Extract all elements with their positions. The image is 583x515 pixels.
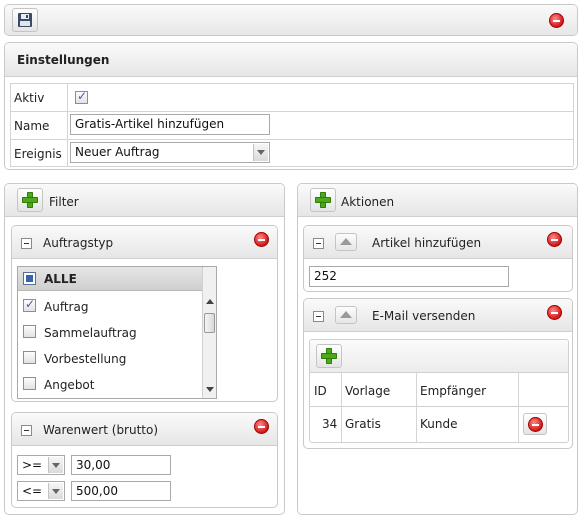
top-toolbar	[4, 4, 578, 36]
list-item-checkbox[interactable]	[23, 377, 36, 390]
ereignis-select[interactable]: Neuer Auftrag	[70, 142, 270, 163]
remove-icon[interactable]	[547, 305, 562, 320]
name-input[interactable]: Gratis-Artikel hinzufügen	[70, 114, 270, 135]
column-header-vorlage: Vorlage	[345, 384, 391, 398]
email-table: ID Vorlage Empfänger 34 Gratis Kunde	[309, 339, 569, 443]
aktiv-checkbox[interactable]	[75, 89, 88, 104]
list-item-checkbox[interactable]	[23, 351, 36, 364]
checkbox-partial[interactable]	[23, 272, 36, 285]
operator-value: >=	[22, 458, 43, 472]
move-up-icon[interactable]	[335, 306, 357, 324]
save-button[interactable]	[12, 8, 38, 32]
cell-empfaenger: Kunde	[420, 417, 458, 431]
email-title: E-Mail versenden	[372, 309, 476, 323]
collapse-icon[interactable]	[21, 238, 32, 249]
email-panel: E-Mail versenden ID Vorlage Empfänger 34…	[303, 298, 573, 449]
operator-select[interactable]: <=	[17, 481, 65, 501]
chevron-down-icon	[253, 144, 268, 161]
floppy-disk-icon	[18, 13, 32, 27]
delete-row-button[interactable]	[523, 413, 547, 435]
cell-vorlage: Gratis	[345, 417, 381, 431]
artikel-title: Artikel hinzufügen	[372, 236, 482, 250]
name-label: Name	[14, 119, 50, 133]
remove-icon[interactable]	[547, 232, 562, 247]
filter-panel: Filter Auftragstyp ALLE Auftrag Sammelau…	[4, 183, 285, 515]
remove-icon[interactable]	[254, 419, 269, 434]
artikel-input[interactable]: 252	[309, 266, 509, 287]
scroll-thumb[interactable]	[204, 313, 215, 333]
operator-value: <=	[22, 484, 43, 498]
scroll-up-icon[interactable]	[206, 299, 214, 304]
list-item-label: Auftrag	[44, 300, 89, 314]
auftragstyp-list[interactable]: ALLE Auftrag Sammelauftrag Vorbestellung…	[17, 266, 217, 399]
ereignis-label: Ereignis	[14, 147, 62, 161]
list-item-checkbox[interactable]	[23, 325, 36, 338]
chevron-down-icon	[48, 483, 63, 499]
actions-panel: Aktionen Artikel hinzufügen 252 E-Mail v…	[297, 183, 578, 515]
settings-title: Einstellungen	[17, 53, 110, 67]
list-item-label: Vorbestellung	[44, 352, 127, 366]
column-header-empfaenger: Empfänger	[420, 384, 487, 398]
warenwert-max-input[interactable]: 500,00	[71, 481, 171, 501]
plus-icon	[321, 348, 337, 364]
auftragstyp-title: Auftragstyp	[43, 236, 114, 250]
column-header-id: ID	[314, 384, 327, 398]
list-item[interactable]: Angebot	[18, 372, 202, 396]
list-item[interactable]: Vorbestellung	[18, 346, 202, 370]
collapse-icon[interactable]	[313, 238, 324, 249]
list-item-label: Sammelauftrag	[44, 326, 137, 340]
delete-icon	[527, 416, 543, 432]
remove-icon[interactable]	[254, 232, 269, 247]
auftragstyp-panel: Auftragstyp ALLE Auftrag Sammelauftrag V…	[11, 225, 278, 402]
artikel-panel: Artikel hinzufügen 252	[303, 225, 573, 292]
settings-panel: Einstellungen Aktiv Name Gratis-Artikel …	[4, 42, 578, 170]
plus-icon	[315, 192, 331, 208]
list-item-label: Angebot	[44, 378, 95, 392]
list-item[interactable]: Sammelauftrag	[18, 320, 202, 344]
add-action-button[interactable]	[310, 188, 336, 212]
collapse-icon[interactable]	[21, 425, 32, 436]
chevron-down-icon	[48, 457, 63, 473]
list-item-checkbox[interactable]	[23, 297, 36, 312]
warenwert-title: Warenwert (brutto)	[43, 423, 159, 437]
list-item[interactable]: ALLE	[18, 267, 202, 291]
collapse-icon[interactable]	[313, 311, 324, 322]
add-filter-button[interactable]	[17, 188, 43, 212]
table-toolbar	[310, 340, 568, 373]
ereignis-value: Neuer Auftrag	[75, 145, 160, 159]
list-item[interactable]: Auftrag	[18, 294, 202, 318]
delete-icon[interactable]	[549, 13, 564, 28]
scrollbar[interactable]	[202, 267, 216, 398]
warenwert-min-input[interactable]: 30,00	[71, 455, 171, 475]
filter-label: Filter	[49, 195, 79, 209]
list-item-label: ALLE	[44, 272, 77, 286]
add-row-button[interactable]	[316, 344, 342, 368]
scroll-down-icon[interactable]	[206, 387, 214, 392]
plus-icon	[22, 192, 38, 208]
warenwert-panel: Warenwert (brutto) >= 30,00 <= 500,00	[11, 412, 278, 508]
actions-label: Aktionen	[341, 195, 395, 209]
operator-select[interactable]: >=	[17, 455, 65, 475]
cell-id: 34	[322, 417, 338, 431]
move-up-icon[interactable]	[335, 233, 357, 251]
aktiv-label: Aktiv	[14, 91, 45, 105]
